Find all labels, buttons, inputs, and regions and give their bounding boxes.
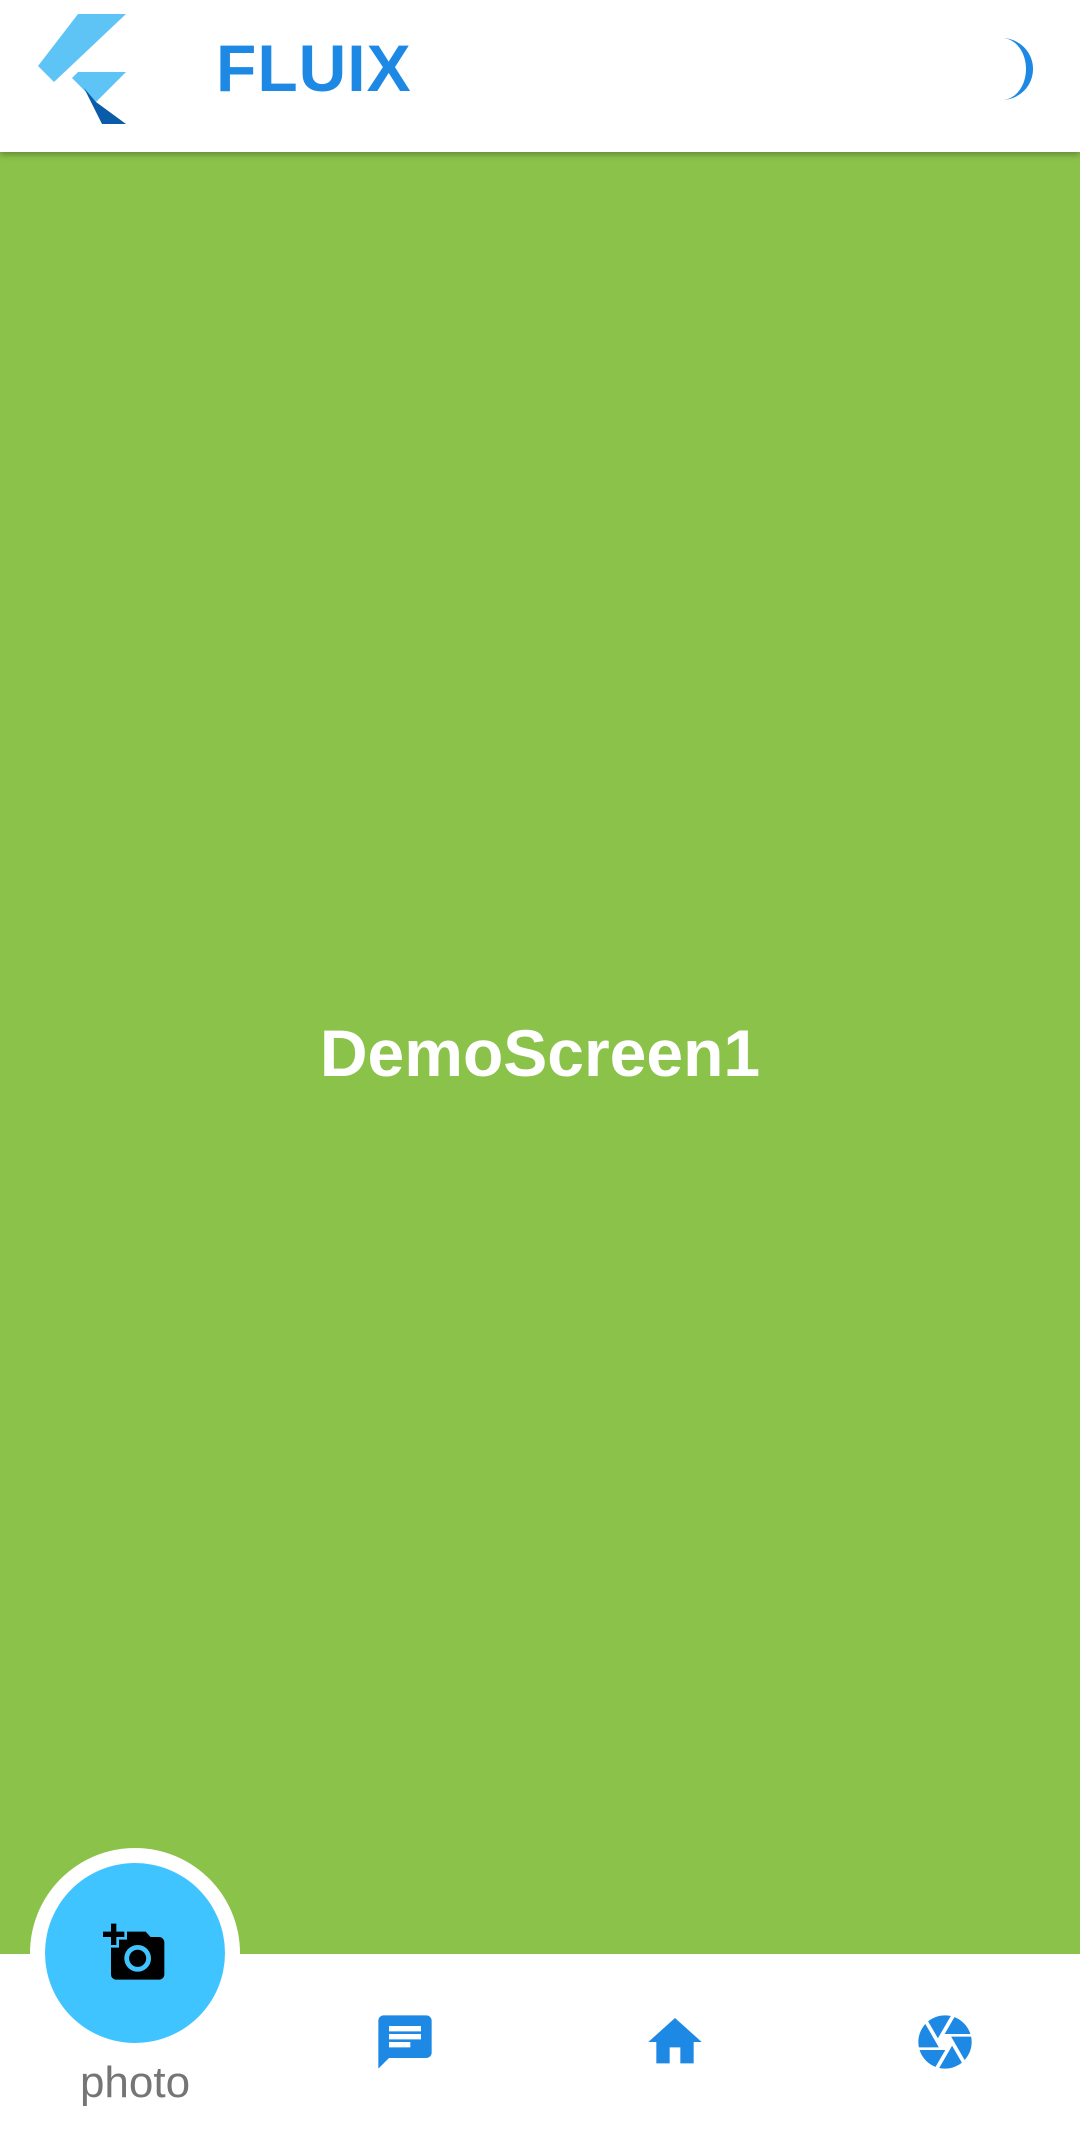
chat-icon — [378, 2015, 432, 2069]
flutter-logo-icon — [38, 14, 130, 124]
logo-middle-bar — [72, 72, 126, 102]
photo-nav-label: photo — [79, 2058, 191, 2107]
camera-shutter-icon — [918, 2015, 972, 2069]
theme-toggle-button[interactable] — [984, 34, 1054, 104]
app-title: FLUIX — [216, 31, 412, 105]
photo-nav-button[interactable] — [45, 1863, 225, 2043]
moon-icon — [1002, 38, 1034, 100]
app-bar: FLUIX — [0, 0, 1080, 152]
camera-shutter-nav-button[interactable] — [913, 2010, 977, 2074]
demo-screen-content: DemoScreen1 — [0, 152, 1080, 1954]
app-root: FLUIX DemoScreen1 photo — [0, 0, 1080, 2132]
logo-upper-bar — [38, 14, 126, 82]
home-icon — [648, 2018, 702, 2064]
screen-title: DemoScreen1 — [319, 1016, 761, 1090]
add-a-photo-icon — [103, 1923, 165, 1980]
chat-nav-button[interactable] — [373, 2010, 437, 2074]
home-nav-button[interactable] — [643, 2010, 707, 2074]
